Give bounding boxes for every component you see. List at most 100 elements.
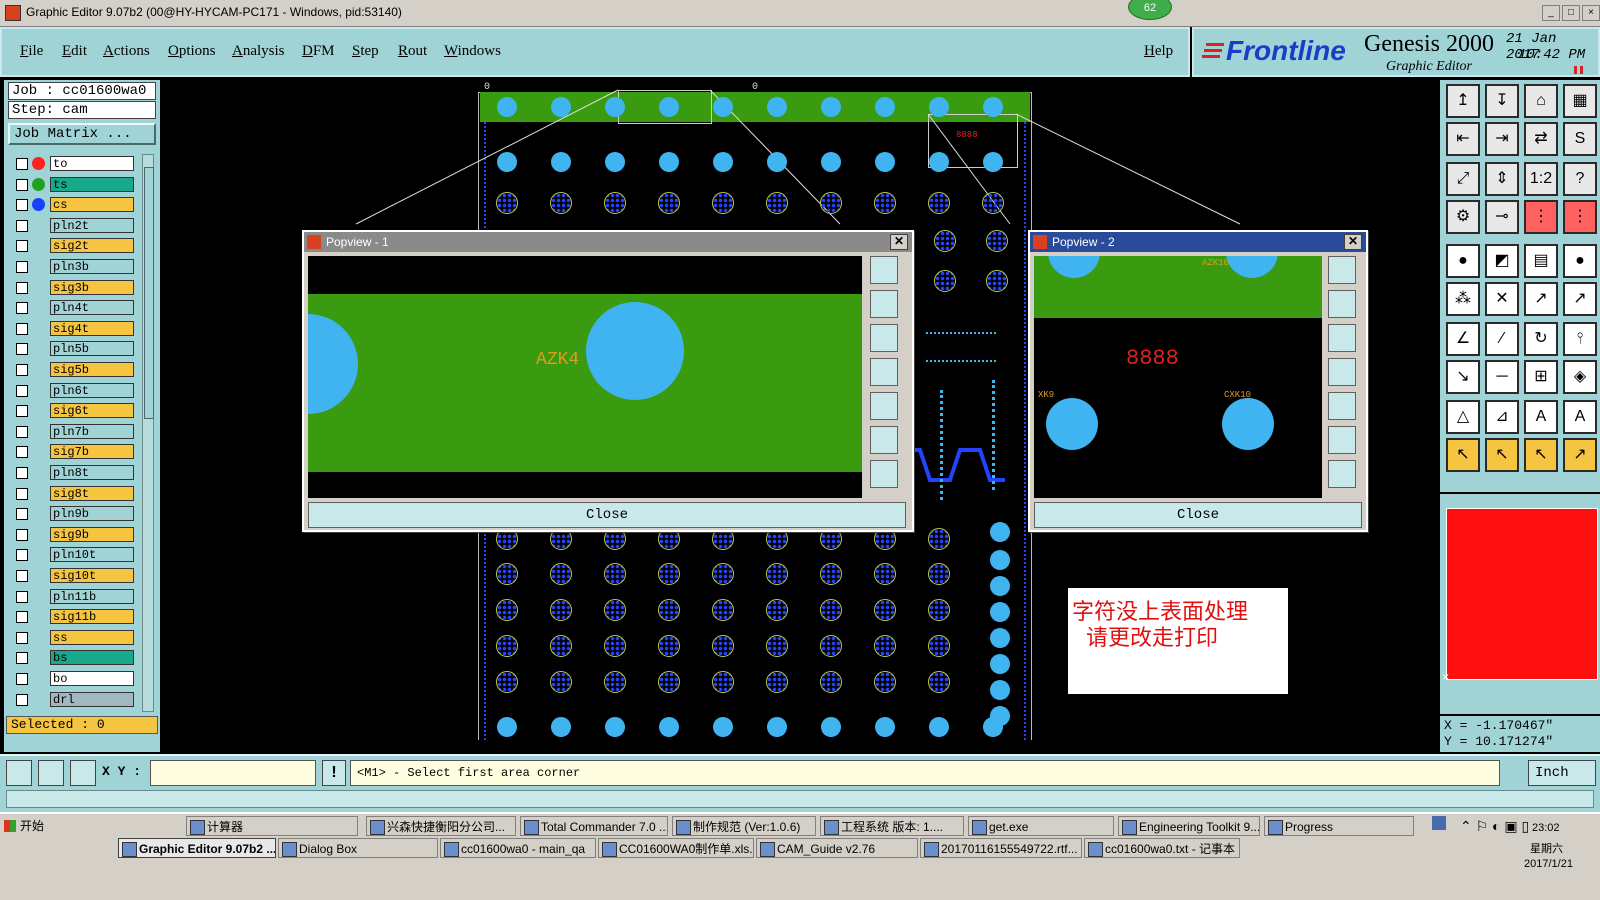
layer-checkbox[interactable] xyxy=(16,446,28,459)
popview-1-close-icon[interactable]: ✕ xyxy=(890,234,908,250)
warning-icon[interactable]: ! xyxy=(322,760,346,786)
select-all-icon[interactable]: ↗ xyxy=(1563,438,1597,472)
undo-icon[interactable]: ⇤ xyxy=(1446,122,1480,156)
command-line[interactable] xyxy=(6,790,1594,808)
layer-row[interactable]: pln9b xyxy=(14,506,134,522)
fit-icon[interactable] xyxy=(1328,426,1356,454)
job-matrix-button[interactable]: Job Matrix ... xyxy=(8,123,156,145)
layer-checkbox[interactable] xyxy=(16,240,28,253)
taskbar-item[interactable]: CAM_Guide v2.76 xyxy=(756,838,918,858)
pan-left-icon[interactable] xyxy=(1328,358,1356,386)
popview-1-canvas[interactable]: AZK4 xyxy=(308,256,862,498)
layer-checkbox[interactable] xyxy=(16,631,28,644)
line-icon[interactable]: ∕ xyxy=(1485,322,1519,356)
scale-icon[interactable]: 1:2 xyxy=(1524,162,1558,196)
save-icon[interactable]: ↧ xyxy=(1485,84,1519,118)
angle-icon[interactable]: ∠ xyxy=(1446,322,1480,356)
taskbar-item[interactable]: Total Commander 7.0 ... xyxy=(520,816,668,836)
layer-row[interactable]: sig3b xyxy=(14,279,134,296)
close-button[interactable]: × xyxy=(1582,5,1600,21)
layer-checkbox[interactable] xyxy=(16,652,28,665)
layer-checkbox[interactable] xyxy=(16,693,28,706)
layer-checkbox[interactable] xyxy=(16,302,28,315)
layer-scrollbar[interactable] xyxy=(142,154,154,712)
text-edit-icon[interactable]: A xyxy=(1563,400,1597,434)
menu-edit[interactable]: Edit xyxy=(62,43,87,60)
xy-input[interactable] xyxy=(150,760,316,786)
pan-left-icon[interactable] xyxy=(870,358,898,386)
grid-icon[interactable] xyxy=(70,760,96,786)
measure-icon[interactable] xyxy=(38,760,64,786)
select-net-icon[interactable]: ↖ xyxy=(1485,438,1519,472)
layer-row[interactable]: sig11b xyxy=(14,609,134,625)
layer-row[interactable]: cs xyxy=(14,197,134,213)
menu-file[interactable]: File xyxy=(20,43,43,60)
settings-icon[interactable]: ⚙ xyxy=(1446,200,1480,234)
layer-checkbox[interactable] xyxy=(16,281,28,294)
pad-icon[interactable]: ● xyxy=(1446,244,1480,278)
layer-checkbox[interactable] xyxy=(16,611,28,624)
taskbar-item[interactable]: Dialog Box xyxy=(278,838,438,858)
pan-down-icon[interactable] xyxy=(1328,324,1356,352)
layer-row[interactable]: sig9b xyxy=(14,526,134,543)
layer-row[interactable]: ts xyxy=(14,176,134,193)
swap-icon[interactable]: ⇄ xyxy=(1524,122,1558,156)
text-icon[interactable]: A xyxy=(1524,400,1558,434)
layer-checkbox[interactable] xyxy=(16,261,28,273)
layer-row[interactable]: pln11b xyxy=(14,588,134,605)
select-icon[interactable]: ↖ xyxy=(1446,438,1480,472)
array-icon[interactable]: ⊞ xyxy=(1524,360,1558,394)
zoom-in-icon[interactable] xyxy=(1328,256,1356,284)
popview-2-close-icon[interactable]: ✕ xyxy=(1344,234,1362,250)
menu-windows[interactable]: Windows xyxy=(444,43,501,60)
pan-down-icon[interactable] xyxy=(870,324,898,352)
taskbar-item[interactable]: Engineering Toolkit 9.... xyxy=(1118,816,1260,836)
taskbar-item[interactable]: cc01600wa0 - main_qa xyxy=(440,838,596,858)
layer-row[interactable]: pln2t xyxy=(14,217,134,234)
popview-2-canvas[interactable]: AZK10 8888 XK9 CXK10 xyxy=(1034,256,1322,498)
home-icon[interactable]: ⌂ xyxy=(1524,84,1558,118)
layer-row[interactable]: sig8t xyxy=(14,485,134,502)
zoom-icon[interactable]: ⇕ xyxy=(1485,162,1519,196)
layer-checkbox[interactable] xyxy=(16,384,28,397)
copy-icon[interactable]: ↗ xyxy=(1563,282,1597,316)
layer-row[interactable]: sig4t xyxy=(14,320,134,337)
group-icon[interactable]: ◈ xyxy=(1563,360,1597,394)
taskbar-item[interactable]: 20170116155549722.rtf... xyxy=(920,838,1082,858)
layer-checkbox[interactable] xyxy=(16,528,28,541)
layer-row[interactable]: bs xyxy=(14,650,134,666)
help-icon[interactable]: ? xyxy=(1563,162,1597,196)
display-icon[interactable]: ▦ xyxy=(1563,84,1597,118)
overview-pane[interactable]: ✕ xyxy=(1440,494,1600,714)
resize-icon[interactable]: ↘ xyxy=(1446,360,1480,394)
minimize-button[interactable]: _ xyxy=(1542,5,1560,21)
layer-row[interactable]: sig10t xyxy=(14,568,134,584)
taskbar-item[interactable]: CC01600WA0制作单.xls... xyxy=(598,838,754,858)
open-icon[interactable]: ↥ xyxy=(1446,84,1480,118)
layer-row[interactable]: sig6t xyxy=(14,403,134,419)
layer-row[interactable]: pln4t xyxy=(14,300,134,316)
net-icon[interactable]: ⁂ xyxy=(1446,282,1480,316)
rotate-icon[interactable]: ↻ xyxy=(1524,322,1558,356)
layer-row[interactable]: pln8t xyxy=(14,465,134,481)
taskbar-item[interactable]: 制作规范 (Ver:1.0.6) xyxy=(672,816,816,836)
pan-right-icon[interactable] xyxy=(870,392,898,420)
segment-icon[interactable]: ─ xyxy=(1485,360,1519,394)
taskbar-item[interactable]: cc01600wa0.txt - 记事本 xyxy=(1084,838,1240,858)
layer-checkbox[interactable] xyxy=(16,158,28,170)
layer-checkbox[interactable] xyxy=(16,199,28,212)
mirror-icon[interactable]: ⫯ xyxy=(1563,322,1597,356)
start-button[interactable]: 开始 xyxy=(2,816,52,836)
taskbar-item[interactable]: 工程系统 版本: 1.... xyxy=(820,816,964,836)
layer-row[interactable]: drl xyxy=(14,691,134,708)
layer-row[interactable]: ss xyxy=(14,629,134,646)
menu-actions[interactable]: Actions xyxy=(103,43,150,60)
menu-analysis[interactable]: Analysis xyxy=(232,43,285,60)
layer-row[interactable]: sig7b xyxy=(14,444,134,460)
layer-checkbox[interactable] xyxy=(16,673,28,685)
snap-icon[interactable] xyxy=(6,760,32,786)
pan-up-icon[interactable] xyxy=(1328,290,1356,318)
taskbar-item[interactable]: get.exe xyxy=(968,816,1114,836)
desktop-icon[interactable] xyxy=(1432,816,1446,830)
menu-options[interactable]: Options xyxy=(168,43,216,60)
